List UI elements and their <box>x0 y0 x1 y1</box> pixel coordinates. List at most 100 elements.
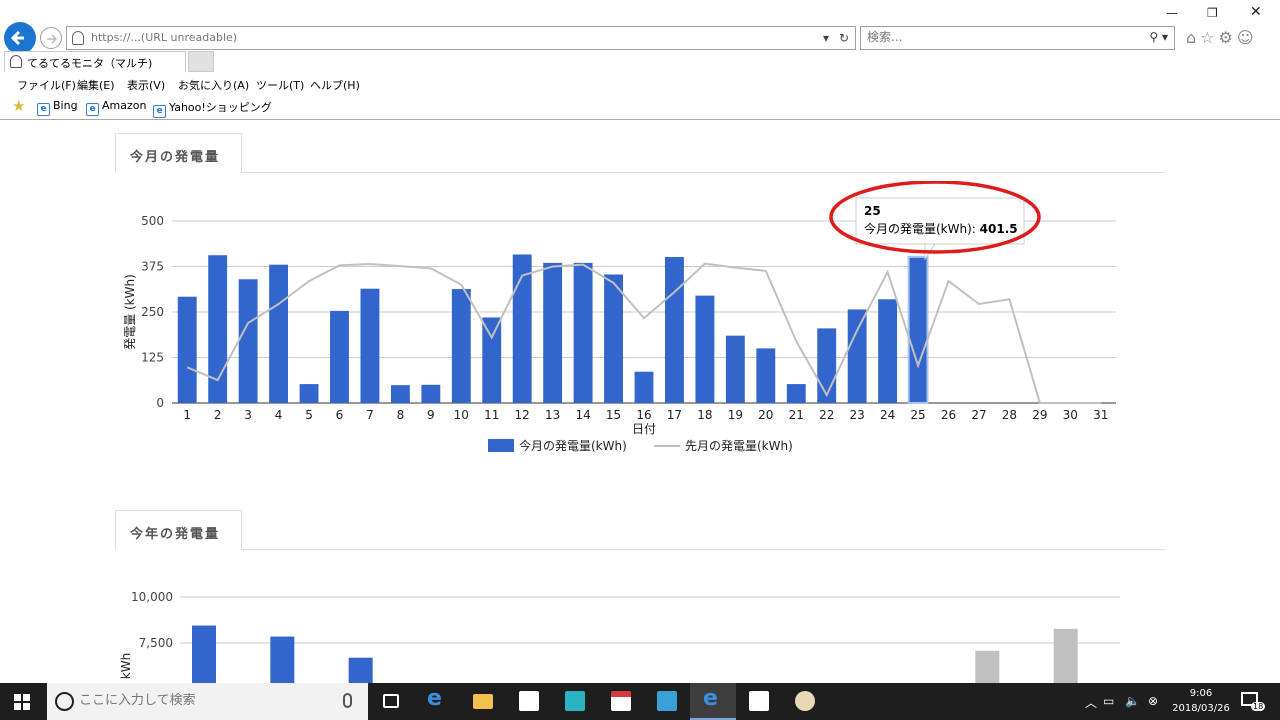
bar <box>238 279 258 403</box>
legend-label-this-month: 今月の発電量(kWh) <box>519 438 627 453</box>
smiley-icon[interactable]: ☺ <box>1237 28 1258 47</box>
bar <box>725 335 745 403</box>
clock-date: 2018/03/26 <box>1172 703 1230 714</box>
bar <box>299 384 319 403</box>
ie-icon: e <box>703 686 718 711</box>
close-window-icon[interactable]: ✕ <box>1250 4 1262 20</box>
network-off-icon[interactable]: ⊗ <box>1148 694 1158 708</box>
x-tick-label: 7 <box>366 408 374 422</box>
menu-edit[interactable]: 編集(E) <box>77 77 115 93</box>
menu-tools[interactable]: ツール(T) <box>256 77 304 93</box>
restore-icon[interactable]: ❐ <box>1207 6 1218 20</box>
back-button[interactable] <box>4 22 36 54</box>
tab-yearly-generation[interactable]: 今年の発電量 <box>115 510 242 550</box>
taskbar-paint[interactable] <box>782 683 828 720</box>
favorites-bar: ★ e Bing e Amazon e Yahoo!ショッピング <box>0 95 1280 120</box>
microphone-icon[interactable] <box>343 693 352 708</box>
menu-bar: ファイル(F) 編集(E) 表示(V) お気に入り(A) ツール(T) ヘルプ(… <box>0 72 1280 94</box>
bar <box>451 289 471 403</box>
x-tick-label: 3 <box>244 408 252 422</box>
clock[interactable]: 9:06 2018/03/26 <box>1168 686 1234 716</box>
forward-button[interactable] <box>40 27 62 49</box>
x-tick-label: 10 <box>454 408 469 422</box>
x-tick-label: 16 <box>636 408 651 422</box>
x-tick-label: 25 <box>910 408 925 422</box>
taskbar-photo[interactable] <box>644 683 690 720</box>
taskbar-search-input[interactable] <box>79 693 329 708</box>
bar <box>847 309 867 403</box>
bar <box>421 384 441 403</box>
task-view-button[interactable] <box>368 683 414 720</box>
taskbar-app-teal[interactable] <box>552 683 598 720</box>
taskbar-ie[interactable]: e <box>690 683 736 720</box>
store-icon <box>519 691 539 711</box>
x-tick-label: 5 <box>305 408 313 422</box>
volume-icon[interactable]: 🔈 <box>1125 694 1140 708</box>
dropdown-icon[interactable]: ▾ <box>823 31 829 45</box>
favorite-amazon[interactable]: e Amazon <box>86 99 146 116</box>
ie-icon: e <box>86 103 99 116</box>
photo-icon <box>657 691 677 711</box>
x-tick-label: 30 <box>1063 408 1078 422</box>
y-axis-title: kWh <box>119 653 133 679</box>
battery-icon[interactable]: ▭ <box>1103 694 1114 708</box>
menu-favorites[interactable]: お気に入り(A) <box>178 77 249 93</box>
bar <box>270 636 295 683</box>
minimize-icon[interactable]: — <box>1166 6 1178 20</box>
legend-swatch-this-month <box>488 439 514 452</box>
bar <box>543 262 563 403</box>
x-tick-label: 31 <box>1093 408 1108 422</box>
bar <box>634 371 654 403</box>
y-tick-label: 250 <box>141 305 164 319</box>
taskbar: e e ︿ ▭ 🔈 ⊗ 9:06 2018/03/26 18 <box>0 683 1280 720</box>
search-box[interactable]: ⚲ ▾ <box>860 26 1175 50</box>
new-tab-button[interactable] <box>188 51 214 72</box>
taskbar-explorer[interactable] <box>460 683 506 720</box>
taskbar-news[interactable] <box>598 683 644 720</box>
taskbar-search[interactable] <box>47 683 368 720</box>
bar <box>482 317 502 403</box>
x-tick-label: 24 <box>880 408 895 422</box>
bar <box>695 295 715 403</box>
y-tick-label: 500 <box>141 214 164 228</box>
x-tick-label: 20 <box>758 408 773 422</box>
toolbar-icons: ⌂☆⚙☺ <box>1186 28 1258 47</box>
taskbar-store[interactable] <box>506 683 552 720</box>
x-tick-label: 18 <box>697 408 712 422</box>
search-input[interactable] <box>867 30 1127 44</box>
tab-divider <box>242 172 1165 173</box>
bar <box>975 650 1000 683</box>
favorite-label: Amazon <box>102 99 147 112</box>
site-icon <box>10 55 22 68</box>
x-tick-label: 23 <box>850 408 865 422</box>
menu-help[interactable]: ヘルプ(H) <box>310 77 360 93</box>
address-text: https://...(URL unreadable) <box>91 31 238 44</box>
x-tick-label: 4 <box>275 408 283 422</box>
tab-monthly-generation[interactable]: 今月の発電量 <box>115 133 242 173</box>
tooltip-box <box>855 197 1025 245</box>
home-icon[interactable]: ⌂ <box>1186 28 1200 47</box>
favorites-star-icon[interactable]: ★ <box>12 97 25 115</box>
search-icon[interactable]: ⚲ ▾ <box>1149 30 1168 44</box>
bar <box>348 657 373 683</box>
tab-divider <box>242 549 1165 550</box>
gear-icon[interactable]: ⚙ <box>1219 28 1237 47</box>
y-tick-label: 0 <box>156 396 164 410</box>
menu-view[interactable]: 表示(V) <box>127 77 165 93</box>
x-tick-label: 19 <box>728 408 743 422</box>
menu-file[interactable]: ファイル(F) <box>17 77 76 93</box>
favorites-star-icon[interactable]: ☆ <box>1200 28 1218 47</box>
windows-start-icon[interactable] <box>14 694 30 710</box>
tooltip-text: 今月の発電量(kWh): 401.5 <box>864 221 1018 236</box>
taskbar-app-white[interactable] <box>736 683 782 720</box>
forward-arrow-icon <box>47 34 58 44</box>
tab-active[interactable]: てるてるモニタ（マルチ) <box>4 51 186 72</box>
favorite-bing[interactable]: e Bing <box>37 99 78 116</box>
address-bar[interactable]: https://...(URL unreadable) ▾ ↻ <box>66 26 856 50</box>
tray-chevron-icon[interactable]: ︿ <box>1085 694 1097 711</box>
ie-icon: e <box>153 105 166 118</box>
favorite-yahoo-shopping[interactable]: e Yahoo!ショッピング <box>153 99 272 118</box>
tooltip-label: 今月の発電量(kWh): <box>864 221 980 236</box>
taskbar-edge[interactable]: e <box>414 683 460 720</box>
refresh-icon[interactable]: ↻ <box>839 31 849 45</box>
